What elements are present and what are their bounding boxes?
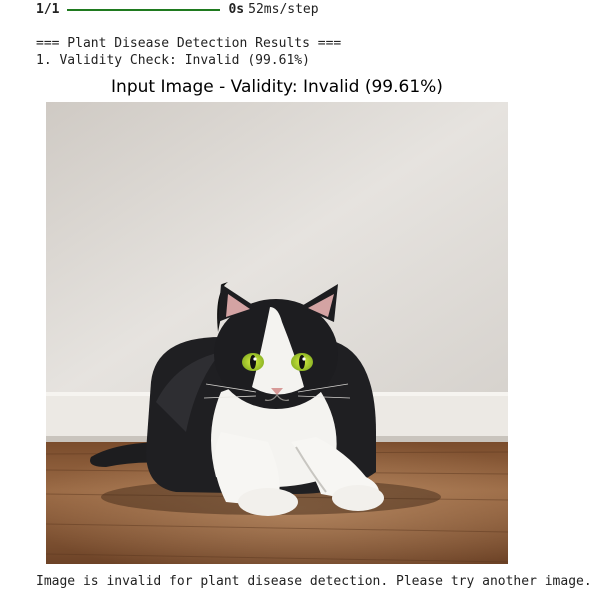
progress-line: 1/1 0s 52ms/step <box>36 1 319 19</box>
progress-elapsed-time: 0s <box>228 2 245 17</box>
progress-bar-fill <box>67 9 221 11</box>
progress-bar <box>67 9 221 11</box>
progress-step-count: 1/1 <box>36 2 60 17</box>
input-image <box>46 102 508 564</box>
figure-title: Input Image - Validity: Invalid (99.61%) <box>111 77 443 97</box>
results-header: === Plant Disease Detection Results === <box>36 36 342 51</box>
progress-rate: 52ms/step <box>248 2 319 17</box>
invalid-image-message: Image is invalid for plant disease detec… <box>36 574 591 589</box>
validity-check-line: 1. Validity Check: Invalid (99.61%) <box>36 53 310 68</box>
cat-photo <box>46 102 508 564</box>
